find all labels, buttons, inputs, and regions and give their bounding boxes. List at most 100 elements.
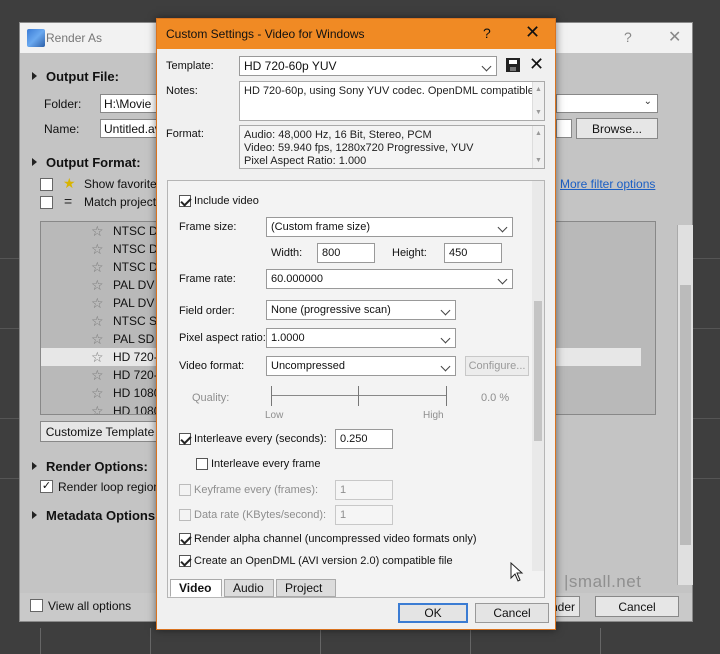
video-format-label: Video format: bbox=[179, 360, 245, 372]
timeline-tick bbox=[40, 628, 41, 654]
name-label: Name: bbox=[44, 122, 80, 136]
field-order-dropdown[interactable]: None (progressive scan) bbox=[266, 300, 456, 320]
frame-size-dropdown[interactable]: (Custom frame size) bbox=[266, 217, 513, 237]
interleave-every-frame-checkbox[interactable] bbox=[196, 458, 208, 470]
section-label: Render Options: bbox=[46, 459, 148, 474]
star-outline-icon[interactable]: ☆ bbox=[91, 349, 104, 366]
more-filter-options-link[interactable]: More filter options bbox=[560, 177, 655, 191]
frame-rate-dropdown[interactable]: 60.000000 bbox=[266, 269, 513, 289]
panel-scrollbar[interactable] bbox=[532, 181, 544, 571]
close-icon[interactable]: ✕ bbox=[668, 27, 681, 47]
star-outline-icon[interactable]: ☆ bbox=[91, 385, 104, 402]
chevron-down-icon bbox=[497, 274, 508, 285]
configure-button[interactable]: Configure... bbox=[465, 356, 529, 376]
name-field-extension[interactable] bbox=[556, 119, 572, 138]
star-outline-icon[interactable]: ☆ bbox=[91, 403, 104, 414]
format-box: Audio: 48,000 Hz, 16 Bit, Stereo, PCM Vi… bbox=[239, 125, 545, 169]
browse-button[interactable]: Browse... bbox=[576, 118, 658, 139]
height-label: Height: bbox=[392, 247, 427, 259]
output-format-section[interactable]: Output Format: bbox=[32, 155, 141, 170]
field-order-value: None (progressive scan) bbox=[271, 304, 391, 316]
format-line: Audio: 48,000 Hz, 16 Bit, Stereo, PCM bbox=[244, 129, 432, 141]
frame-rate-value: 60.000000 bbox=[271, 273, 323, 285]
include-video-checkbox[interactable] bbox=[179, 195, 191, 207]
star-outline-icon[interactable]: ☆ bbox=[91, 241, 104, 258]
quality-slider-tick bbox=[271, 386, 272, 406]
metadata-options-section[interactable]: Metadata Options bbox=[32, 508, 155, 523]
star-outline-icon[interactable]: ☆ bbox=[91, 367, 104, 384]
star-outline-icon[interactable]: ☆ bbox=[91, 295, 104, 312]
expand-triangle-icon bbox=[32, 511, 37, 519]
save-icon-shutter bbox=[510, 67, 516, 71]
video-format-dropdown[interactable]: Uncompressed bbox=[266, 356, 456, 376]
data-rate-checkbox[interactable] bbox=[179, 509, 191, 521]
chevron-down-icon bbox=[440, 361, 451, 372]
frame-size-value: (Custom frame size) bbox=[271, 221, 371, 233]
name-field[interactable]: Untitled.av bbox=[100, 119, 160, 138]
tab-video[interactable]: Video bbox=[170, 579, 222, 597]
render-as-scrollbar[interactable] bbox=[677, 225, 693, 585]
folder-dropdown[interactable]: ⌄ bbox=[556, 94, 658, 113]
timeline-tick bbox=[470, 628, 471, 654]
help-icon[interactable]: ? bbox=[483, 25, 491, 41]
keyframe-checkbox[interactable] bbox=[179, 484, 191, 496]
render-as-cancel-button[interactable]: Cancel bbox=[595, 596, 679, 617]
close-icon[interactable]: ✕ bbox=[525, 22, 540, 43]
quality-slider-tick bbox=[446, 386, 447, 406]
save-icon[interactable] bbox=[506, 58, 520, 72]
star-outline-icon[interactable]: ☆ bbox=[91, 277, 104, 294]
render-loop-checkbox[interactable]: ✓ bbox=[40, 480, 53, 493]
interleave-label: Interleave every (seconds): bbox=[194, 433, 327, 445]
pixel-aspect-ratio-dropdown[interactable]: 1.0000 bbox=[266, 328, 456, 348]
folder-field[interactable]: H:\Movie bbox=[100, 94, 160, 113]
star-outline-icon[interactable]: ☆ bbox=[91, 331, 104, 348]
star-outline-icon[interactable]: ☆ bbox=[91, 313, 104, 330]
save-icon-label bbox=[509, 60, 517, 64]
app-logo-icon bbox=[27, 29, 45, 47]
output-file-section[interactable]: Output File: bbox=[32, 69, 119, 84]
view-all-options-checkbox[interactable] bbox=[30, 599, 43, 612]
quality-slider-track[interactable] bbox=[271, 395, 447, 396]
width-label: Width: bbox=[271, 247, 303, 259]
show-favorites-checkbox[interactable] bbox=[40, 178, 53, 191]
template-dropdown[interactable]: HD 720-60p YUV bbox=[239, 56, 497, 76]
timeline-tick bbox=[320, 628, 321, 654]
star-outline-icon[interactable]: ☆ bbox=[91, 259, 104, 276]
star-outline-icon[interactable]: ☆ bbox=[91, 223, 104, 240]
dialog-cancel-button[interactable]: Cancel bbox=[475, 603, 549, 623]
notes-text: HD 720-60p, using Sony YUV codec. OpenDM… bbox=[244, 85, 537, 97]
template-list-item-label: PAL DV bbox=[113, 296, 155, 310]
data-rate-input[interactable]: 1 bbox=[335, 505, 393, 525]
scrollbar-thumb[interactable] bbox=[534, 301, 542, 441]
delete-icon[interactable]: ✕ bbox=[529, 54, 544, 75]
format-line: Pixel Aspect Ratio: 1.000 bbox=[244, 155, 367, 167]
scrollbar-thumb[interactable] bbox=[680, 285, 691, 545]
keyframe-label: Keyframe every (frames): bbox=[194, 484, 319, 496]
chevron-down-icon bbox=[440, 305, 451, 316]
section-label: Output Format: bbox=[46, 155, 141, 170]
interleave-input[interactable]: 0.250 bbox=[335, 429, 393, 449]
match-project-checkbox[interactable] bbox=[40, 196, 53, 209]
notes-box[interactable]: HD 720-60p, using Sony YUV codec. OpenDM… bbox=[239, 81, 545, 121]
template-list-item-label: HD 720- bbox=[113, 350, 158, 364]
render-alpha-checkbox[interactable] bbox=[179, 533, 191, 545]
tab-project[interactable]: Project bbox=[276, 579, 336, 597]
format-scrollbar[interactable] bbox=[532, 126, 544, 168]
tab-audio[interactable]: Audio bbox=[224, 579, 274, 597]
template-list-item-label: HD 1080 bbox=[113, 386, 161, 400]
notes-scrollbar[interactable] bbox=[532, 82, 544, 120]
dialog-titlebar: Custom Settings - Video for Windows ? ✕ bbox=[157, 19, 555, 49]
folder-label: Folder: bbox=[44, 97, 82, 111]
ok-button[interactable]: OK bbox=[398, 603, 468, 623]
width-input[interactable]: 800 bbox=[317, 243, 375, 263]
customize-template-button[interactable]: Customize Template bbox=[40, 421, 160, 442]
interleave-checkbox[interactable] bbox=[179, 433, 191, 445]
quality-slider-tick bbox=[358, 386, 359, 406]
chevron-down-icon: ⌄ bbox=[643, 96, 652, 107]
help-icon[interactable]: ? bbox=[624, 29, 632, 45]
keyframe-input[interactable]: 1 bbox=[335, 480, 393, 500]
height-input[interactable]: 450 bbox=[444, 243, 502, 263]
opendml-checkbox[interactable] bbox=[179, 555, 191, 567]
render-options-section[interactable]: Render Options: bbox=[32, 459, 148, 474]
chevron-down-icon bbox=[440, 333, 451, 344]
